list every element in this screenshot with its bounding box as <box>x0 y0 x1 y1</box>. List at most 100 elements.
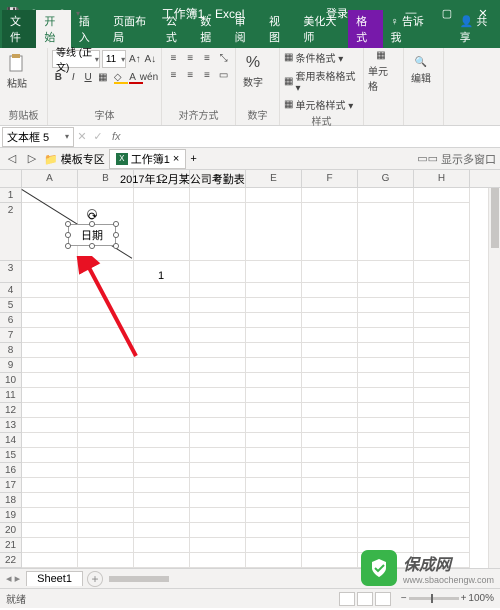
row-header[interactable]: 6 <box>0 313 22 328</box>
resize-handle[interactable] <box>89 221 95 227</box>
merge-button[interactable]: ▭ <box>216 67 231 83</box>
rotate-handle-icon[interactable]: ⟳ <box>87 209 97 219</box>
zoom-level[interactable]: 100% <box>468 593 494 604</box>
normal-view-button[interactable] <box>339 592 355 606</box>
page-break-button[interactable] <box>375 592 391 606</box>
conditional-format-button[interactable]: ▦条件格式 ▾ <box>284 50 359 65</box>
col-header[interactable]: A <box>22 170 78 187</box>
zoom-out-icon[interactable]: − <box>401 593 407 604</box>
template-zone[interactable]: 📁 模板专区 <box>44 151 105 167</box>
col-header[interactable]: E <box>246 170 302 187</box>
fx-icon[interactable]: fx <box>106 131 127 143</box>
page-layout-button[interactable] <box>357 592 373 606</box>
row-header[interactable]: 3 <box>0 261 22 283</box>
tab-formula[interactable]: 公式 <box>158 10 192 48</box>
multi-window-toggle[interactable]: ▭▭ 显示多窗口 <box>417 151 496 167</box>
row-header[interactable]: 19 <box>0 508 22 523</box>
nav-back-icon[interactable]: ◁ <box>4 151 20 167</box>
row-header[interactable]: 1 <box>0 188 22 203</box>
row-header[interactable]: 2 <box>0 203 22 261</box>
font-size-select[interactable]: 11▾ <box>102 50 126 68</box>
zoom-in-icon[interactable]: + <box>461 593 467 604</box>
tab-format[interactable]: 格式 <box>348 10 382 48</box>
tab-review[interactable]: 审阅 <box>227 10 261 48</box>
fill-color-button[interactable]: ◇ <box>111 69 124 85</box>
decrease-font-icon[interactable]: A↓ <box>144 51 157 67</box>
col-header[interactable]: G <box>358 170 414 187</box>
tab-home[interactable]: 开始 <box>36 10 70 48</box>
increase-font-icon[interactable]: A↑ <box>128 51 141 67</box>
row-header[interactable]: 16 <box>0 463 22 478</box>
resize-handle[interactable] <box>65 232 71 238</box>
font-color-button[interactable]: A <box>126 69 139 85</box>
row-header[interactable]: 17 <box>0 478 22 493</box>
row-header[interactable]: 22 <box>0 553 22 568</box>
resize-handle[interactable] <box>65 243 71 249</box>
row-header[interactable]: 10 <box>0 373 22 388</box>
align-right-icon[interactable]: ≡ <box>200 67 215 83</box>
row-header[interactable]: 20 <box>0 523 22 538</box>
font-name-select[interactable]: 等线 (正文)▾ <box>52 50 100 68</box>
row-header[interactable]: 8 <box>0 343 22 358</box>
edit-button[interactable]: 🔍编辑 <box>408 50 434 92</box>
add-sheet-button[interactable]: + <box>87 571 103 587</box>
align-top-icon[interactable]: ≡ <box>166 50 181 66</box>
textbox-shape[interactable]: 日期 ⟳ <box>68 224 116 246</box>
resize-handle[interactable] <box>113 243 119 249</box>
align-middle-icon[interactable]: ≡ <box>183 50 198 66</box>
align-center-icon[interactable]: ≡ <box>183 67 198 83</box>
workbook-tab[interactable]: X 工作簿1 × <box>109 149 187 169</box>
cell-b3-value[interactable]: 1 <box>158 270 164 282</box>
align-left-icon[interactable]: ≡ <box>166 67 181 83</box>
row-header[interactable]: 14 <box>0 433 22 448</box>
table-format-button[interactable]: ▦套用表格格式 ▾ <box>284 68 359 94</box>
percent-button[interactable]: % 数字 <box>240 50 266 92</box>
tab-file[interactable]: 文件 <box>2 10 36 48</box>
enter-icon[interactable]: ✓ <box>90 129 106 145</box>
sheet-tab[interactable]: Sheet1 <box>26 571 83 586</box>
align-bottom-icon[interactable]: ≡ <box>200 50 215 66</box>
row-header[interactable]: 7 <box>0 328 22 343</box>
phonetic-button[interactable]: wén <box>141 69 157 85</box>
row-header[interactable]: 11 <box>0 388 22 403</box>
cell-styles-button[interactable]: ▦单元格样式 ▾ <box>284 97 359 112</box>
row-header[interactable]: 15 <box>0 448 22 463</box>
nav-fwd-icon[interactable]: ▷ <box>24 151 40 167</box>
orientation-icon[interactable]: ⤡ <box>216 50 231 66</box>
share-button[interactable]: 👤 共享 <box>452 10 500 48</box>
col-header[interactable]: H <box>414 170 470 187</box>
col-header[interactable]: F <box>302 170 358 187</box>
cancel-icon[interactable]: ✕ <box>74 129 90 145</box>
tab-layout[interactable]: 页面布局 <box>105 10 158 48</box>
row-header[interactable]: 13 <box>0 418 22 433</box>
cells-button[interactable]: ▦单元格 <box>368 50 394 92</box>
row-header[interactable]: 12 <box>0 403 22 418</box>
name-box[interactable]: 文本框 5▾ <box>2 127 74 147</box>
resize-handle[interactable] <box>113 221 119 227</box>
resize-handle[interactable] <box>89 243 95 249</box>
row-header[interactable]: 9 <box>0 358 22 373</box>
vertical-scrollbar[interactable] <box>488 188 500 568</box>
tab-wps[interactable]: 美化大师 <box>295 10 348 48</box>
row-header[interactable]: 18 <box>0 493 22 508</box>
resize-handle[interactable] <box>65 221 71 227</box>
zoom-slider[interactable] <box>409 597 459 600</box>
tab-data[interactable]: 数据 <box>192 10 226 48</box>
paste-button[interactable]: 粘贴 <box>4 50 30 92</box>
bold-button[interactable]: B <box>52 69 65 85</box>
row-header[interactable]: 5 <box>0 298 22 313</box>
underline-button[interactable]: U <box>82 69 95 85</box>
row-header[interactable]: 4 <box>0 283 22 298</box>
zoom-control[interactable]: − + 100% <box>401 593 494 604</box>
select-all-corner[interactable] <box>0 170 22 187</box>
close-tab-icon[interactable]: × <box>173 153 179 165</box>
resize-handle[interactable] <box>113 232 119 238</box>
merged-title-cell[interactable]: 2017年12月某公司考勤表 <box>120 171 245 187</box>
tab-view[interactable]: 视图 <box>261 10 295 48</box>
add-workbook-button[interactable]: + <box>190 153 196 165</box>
row-header[interactable]: 21 <box>0 538 22 553</box>
sheet-nav[interactable]: ◂ ▸ <box>0 572 26 585</box>
border-button[interactable]: ▦ <box>96 69 109 85</box>
tab-tell-me[interactable]: ♀ 告诉我 <box>383 10 436 48</box>
italic-button[interactable]: I <box>67 69 80 85</box>
